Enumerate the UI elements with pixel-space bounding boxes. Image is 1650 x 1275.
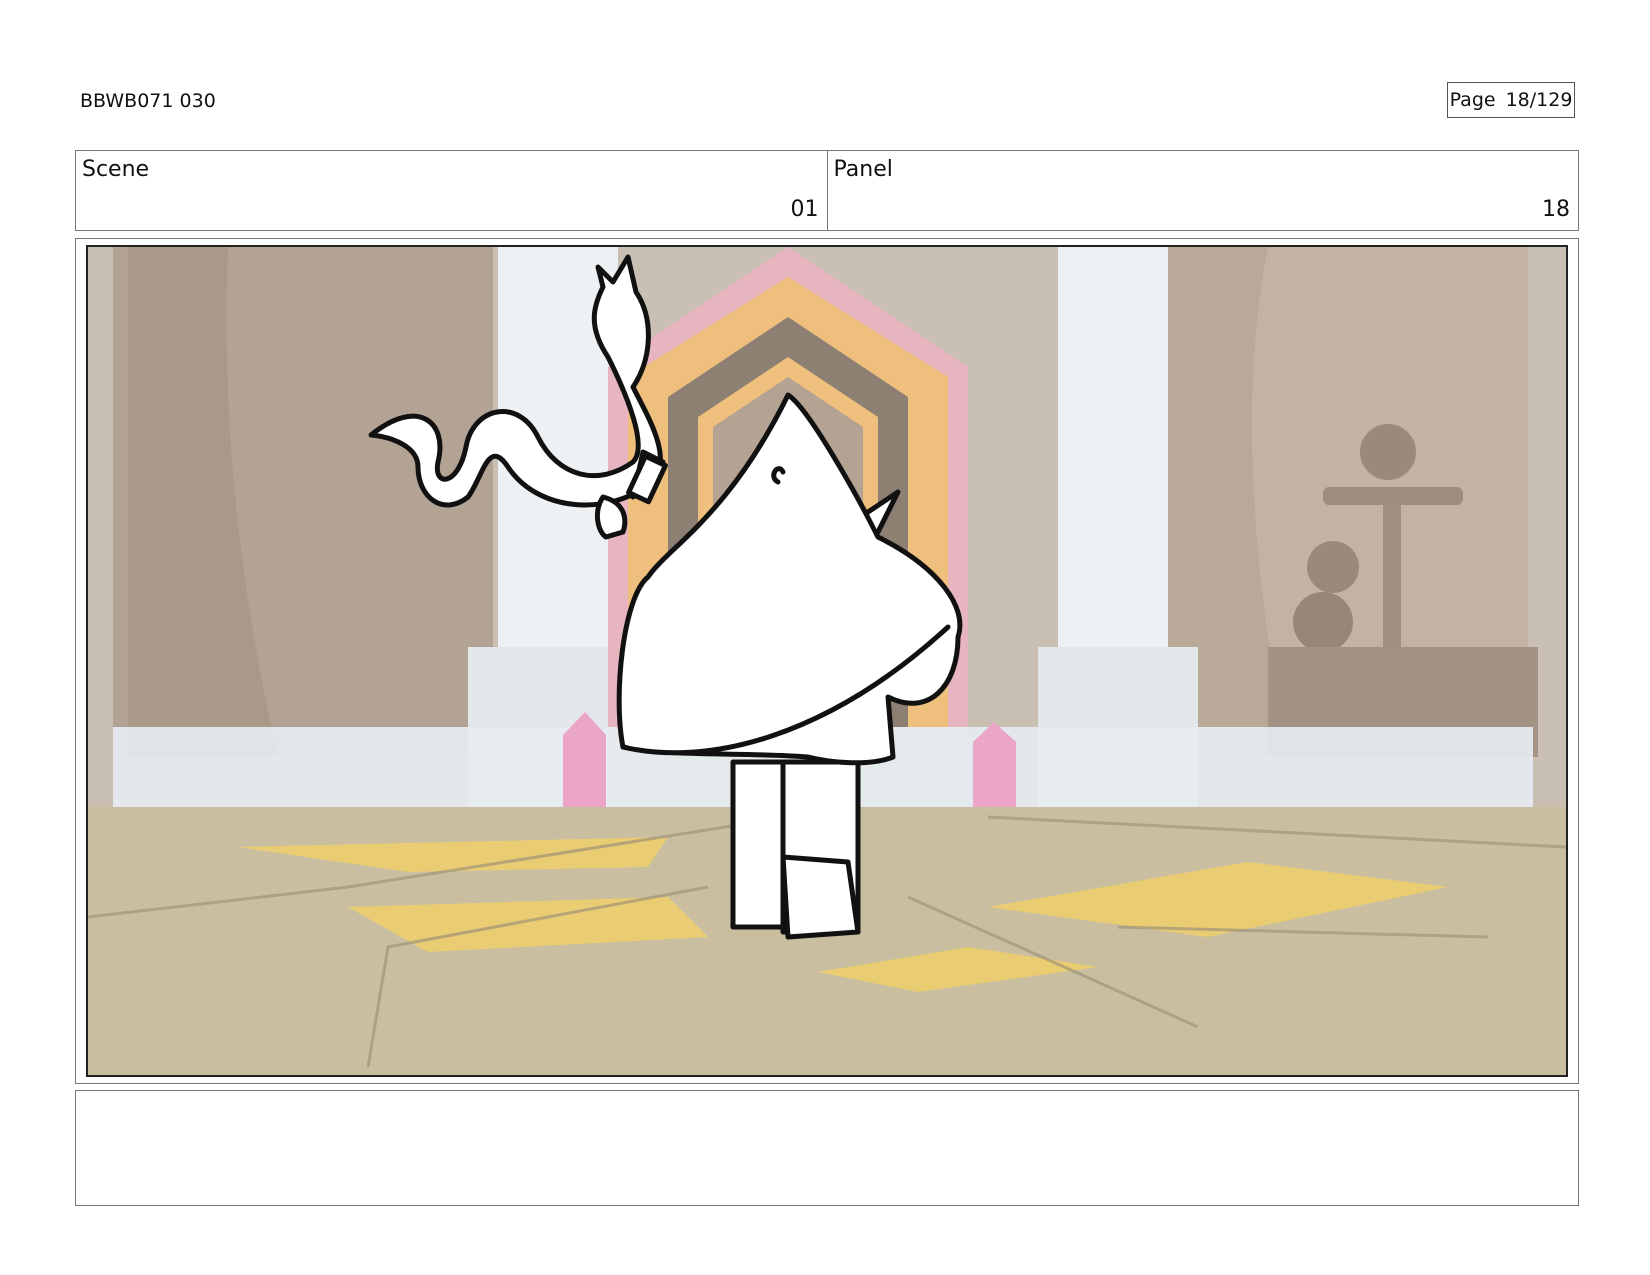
panel-cell: Panel 18 xyxy=(826,151,1579,230)
pot-shape xyxy=(1360,424,1416,480)
panel-number: 18 xyxy=(1542,197,1570,222)
notes-box xyxy=(75,1090,1579,1206)
storyboard-panel xyxy=(86,245,1568,1077)
panel-label: Panel xyxy=(833,157,893,182)
page-indicator: Page 18/129 xyxy=(1447,82,1575,118)
scene-label: Scene xyxy=(82,157,150,182)
storyboard-drawing xyxy=(88,247,1566,1075)
rock-shape xyxy=(1293,592,1353,652)
shelf xyxy=(1323,487,1463,505)
page-number: 18/129 xyxy=(1505,89,1573,111)
scene-number: 01 xyxy=(790,197,819,222)
scene-panel-header: Scene 01 Panel 18 xyxy=(75,150,1579,231)
document-id: BBWB071 030 xyxy=(80,90,216,112)
rock-shape xyxy=(1307,541,1359,593)
scene-cell: Scene 01 xyxy=(76,151,827,230)
page-label: Page xyxy=(1449,89,1496,111)
